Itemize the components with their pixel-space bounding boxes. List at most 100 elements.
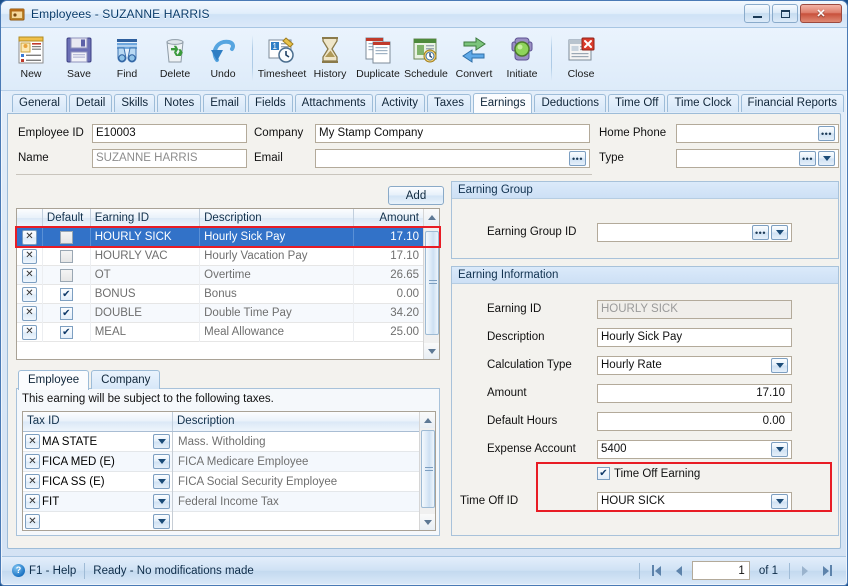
list-item[interactable]: ✕ FICA MED (E) FICA Medicare Employee <box>23 451 419 472</box>
checkbox-unchecked-icon[interactable] <box>59 268 73 282</box>
default-hours-input[interactable]: 0.00 <box>597 412 792 431</box>
toolbar-button-close[interactable]: Close <box>557 31 605 80</box>
tab-time-off[interactable]: Time Off <box>608 94 666 112</box>
toolbar-button-initiate[interactable]: Initiate <box>498 31 546 80</box>
tax-id-cell[interactable]: ✕ FICA MED (E) <box>23 451 173 472</box>
type-lookup-button[interactable]: ••• <box>799 151 816 166</box>
tab-detail[interactable]: Detail <box>68 94 113 112</box>
amount-input[interactable]: 17.10 <box>597 384 792 403</box>
tab-fields[interactable]: Fields <box>247 94 293 112</box>
earnings-row-delete[interactable]: ✕ <box>17 322 43 342</box>
taxes-col-description[interactable]: Description <box>173 412 419 431</box>
home-phone-lookup-button[interactable]: ••• <box>818 126 835 141</box>
email-lookup-button[interactable]: ••• <box>569 151 586 166</box>
delete-row-icon[interactable]: ✕ <box>25 454 40 469</box>
home-phone-input[interactable]: ••• <box>676 124 839 143</box>
type-input[interactable]: ••• <box>676 149 839 168</box>
tab-financial-reports[interactable]: Financial Reports <box>740 94 845 112</box>
restore-button[interactable] <box>772 4 798 23</box>
help-hint[interactable]: ? F1 - Help <box>2 564 76 577</box>
earnings-col-earning-id[interactable]: Earning ID <box>91 209 201 227</box>
expense-account-dropdown-button[interactable] <box>771 442 788 457</box>
tax-id-cell[interactable]: ✕ FICA SS (E) <box>23 471 173 492</box>
toolbar-button-schedule[interactable]: Schedule <box>402 31 450 80</box>
earnings-row-default[interactable] <box>43 227 91 247</box>
taxes-grid-scrollbar[interactable] <box>419 412 435 530</box>
add-earning-button[interactable]: Add <box>388 186 444 205</box>
earnings-row-delete[interactable]: ✕ <box>17 303 43 323</box>
checkbox-checked-icon[interactable]: ✔ <box>597 467 610 480</box>
list-item[interactable]: ✕ MA STATE Mass. Witholding <box>23 431 419 452</box>
delete-row-icon[interactable]: ✕ <box>21 229 37 245</box>
toolbar-button-undo[interactable]: Undo <box>199 31 247 80</box>
delete-row-icon[interactable]: ✕ <box>21 286 37 302</box>
tax-id-cell[interactable]: ✕ FIT <box>23 491 173 512</box>
tax-id-dropdown-button[interactable] <box>153 454 170 469</box>
close-button[interactable]: ✕ <box>800 4 842 23</box>
list-item[interactable]: ✕ <box>23 511 419 530</box>
tax-id-dropdown-button[interactable] <box>153 474 170 489</box>
delete-row-icon[interactable]: ✕ <box>25 514 40 529</box>
tab-skills[interactable]: Skills <box>114 94 156 112</box>
earnings-col-default[interactable]: Default <box>43 209 91 227</box>
earnings-row-default[interactable]: ✔ <box>43 303 91 323</box>
earnings-col-amount[interactable]: Amount <box>354 209 423 227</box>
delete-row-icon[interactable]: ✕ <box>25 474 40 489</box>
toolbar-button-history[interactable]: History <box>306 31 354 80</box>
checkbox-unchecked-icon[interactable] <box>59 230 73 244</box>
table-row[interactable]: ✕ ✔ DOUBLE Double Time Pay 34.20 <box>17 303 423 323</box>
earnings-grid-scrollbar[interactable] <box>423 209 439 359</box>
delete-row-icon[interactable]: ✕ <box>21 267 37 283</box>
toolbar-button-convert[interactable]: Convert <box>450 31 498 80</box>
tax-id-dropdown-button[interactable] <box>153 494 170 509</box>
tab-employee[interactable]: Employee <box>18 370 90 390</box>
minimize-button[interactable] <box>744 4 770 23</box>
scroll-down-arrow-icon[interactable] <box>424 343 439 359</box>
tax-id-cell[interactable]: ✕ MA STATE <box>23 431 173 452</box>
tab-attachments[interactable]: Attachments <box>294 94 373 112</box>
table-row[interactable]: ✕ HOURLY SICK Hourly Sick Pay 17.10 <box>17 227 423 247</box>
first-record-button[interactable] <box>648 562 666 580</box>
tax-id-cell[interactable]: ✕ <box>23 511 173 530</box>
scrollbar-thumb[interactable] <box>421 430 435 508</box>
earnings-row-default[interactable]: ✔ <box>43 284 91 304</box>
checkbox-checked-icon[interactable]: ✔ <box>59 306 73 320</box>
toolbar-button-save[interactable]: Save <box>55 31 103 80</box>
tab-general[interactable]: General <box>12 94 67 112</box>
checkbox-unchecked-icon[interactable] <box>59 249 73 263</box>
last-record-button[interactable] <box>818 562 836 580</box>
scroll-down-arrow-icon[interactable] <box>420 514 435 530</box>
time-off-earning-checkbox-row[interactable]: ✔ Time Off Earning <box>597 467 700 480</box>
tab-activity[interactable]: Activity <box>374 94 426 112</box>
expense-account-select[interactable]: 5400 <box>597 440 792 459</box>
earnings-row-delete[interactable]: ✕ <box>17 227 43 247</box>
tab-notes[interactable]: Notes <box>157 94 202 112</box>
earnings-row-default[interactable] <box>43 246 91 266</box>
description-input[interactable]: Hourly Sick Pay <box>597 328 792 347</box>
delete-row-icon[interactable]: ✕ <box>25 434 40 449</box>
checkbox-checked-icon[interactable]: ✔ <box>59 325 73 339</box>
scroll-up-arrow-icon[interactable] <box>420 412 435 428</box>
table-row[interactable]: ✕ OT Overtime 26.65 <box>17 265 423 285</box>
taxes-col-tax-id[interactable]: Tax ID <box>23 412 173 431</box>
scrollbar-thumb[interactable] <box>425 231 439 335</box>
time-off-id-select[interactable]: HOUR SICK <box>597 492 792 511</box>
delete-row-icon[interactable]: ✕ <box>21 305 37 321</box>
tab-earnings[interactable]: Earnings <box>473 93 533 113</box>
earnings-row-delete[interactable]: ✕ <box>17 284 43 304</box>
earnings-col-action[interactable] <box>17 209 43 227</box>
earnings-row-default[interactable] <box>43 265 91 285</box>
delete-row-icon[interactable]: ✕ <box>21 248 37 264</box>
tab-deductions[interactable]: Deductions <box>534 94 606 112</box>
earning-group-lookup-button[interactable]: ••• <box>752 225 769 240</box>
tax-id-dropdown-button[interactable] <box>153 434 170 449</box>
toolbar-button-duplicate[interactable]: Duplicate <box>354 31 402 80</box>
delete-row-icon[interactable]: ✕ <box>25 494 40 509</box>
company-input[interactable]: My Stamp Company <box>315 124 590 143</box>
earnings-col-description[interactable]: Description <box>200 209 355 227</box>
tab-time-clock[interactable]: Time Clock <box>667 94 739 112</box>
type-dropdown-button[interactable] <box>818 151 835 166</box>
earnings-row-delete[interactable]: ✕ <box>17 246 43 266</box>
earning-group-dropdown-button[interactable] <box>771 225 788 240</box>
time-off-id-dropdown-button[interactable] <box>771 494 788 509</box>
